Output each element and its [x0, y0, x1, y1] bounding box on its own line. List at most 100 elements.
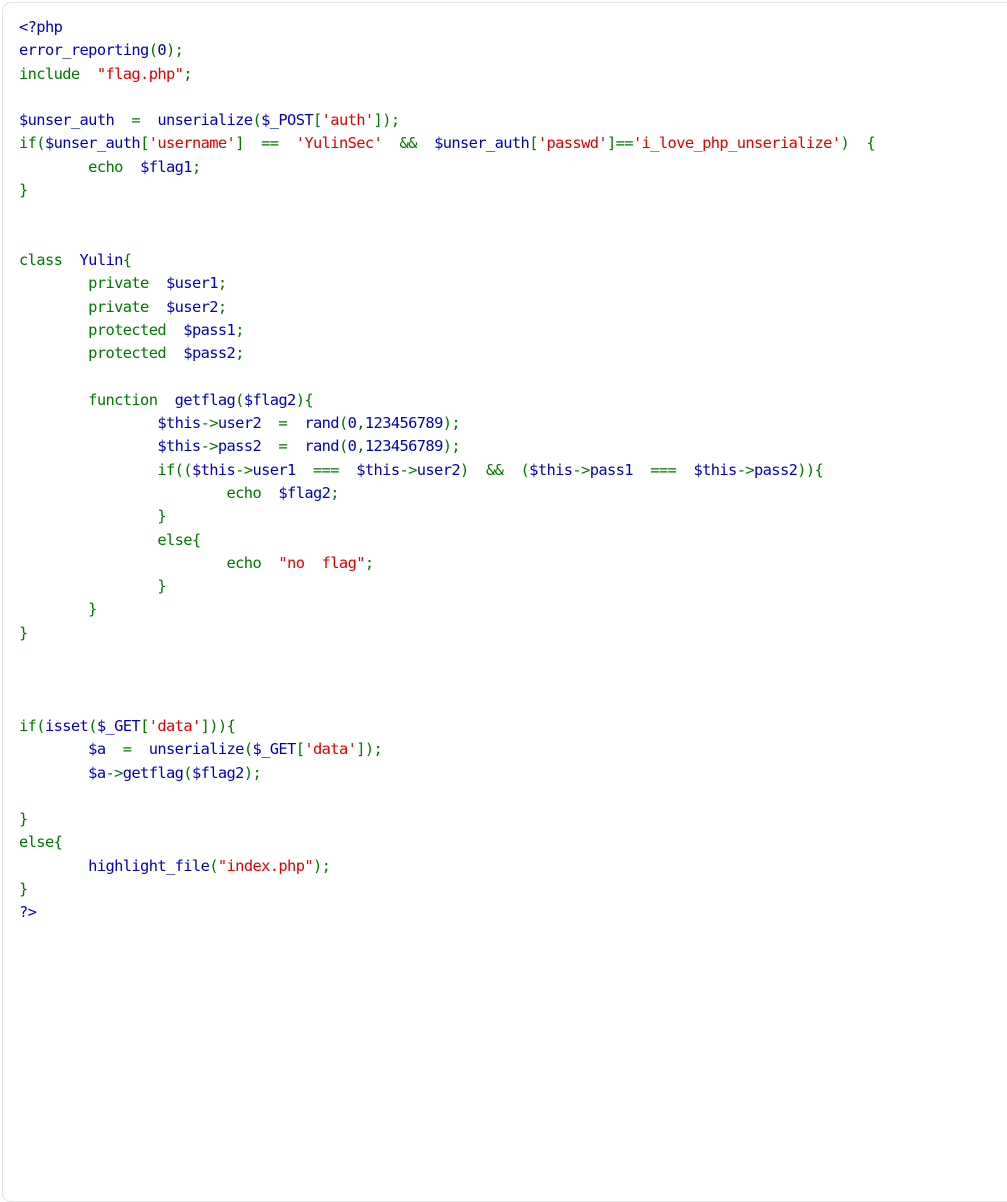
code-token: (	[36, 134, 45, 153]
code-line: if(isset($_GET['data'])){	[19, 715, 1007, 738]
code-token: $_GET	[96, 716, 141, 735]
code-token: getflag	[174, 390, 236, 409]
code-token: echo	[226, 553, 262, 572]
code-token: pass2	[217, 437, 262, 456]
code-token: include	[19, 64, 80, 83]
code-token: ) {	[840, 134, 876, 153]
php-source-listing[interactable]: <?php error_reporting(0); include "flag.ph…	[19, 16, 1007, 925]
code-line: }	[19, 808, 1007, 831]
code-token: "no flag"	[278, 553, 365, 572]
code-token: [	[313, 111, 322, 130]
code-line: private $user2;	[19, 296, 1007, 319]
code-token: &&	[382, 134, 435, 153]
code-token: "flag.php"	[96, 64, 184, 83]
code-token: protected	[88, 320, 166, 339]
code-token: if	[157, 460, 175, 479]
code-line: function getflag($flag2){	[19, 389, 1007, 412]
code-line: echo $flag2;	[19, 482, 1007, 505]
code-token: if	[19, 716, 37, 735]
code-token: ->	[105, 763, 123, 782]
code-token: <?php	[19, 18, 63, 36]
code-line: highlight_file("index.php");	[19, 855, 1007, 878]
code-line: protected $pass2;	[19, 342, 1007, 365]
code-line: error_reporting(0);	[19, 39, 1007, 62]
code-token: error_reporting	[19, 41, 149, 60]
code-line: ​	[19, 86, 1007, 109]
code-token: }	[157, 507, 166, 526]
code-token: =	[261, 414, 305, 433]
code-token: ;	[191, 157, 201, 176]
code-token: 'data'	[304, 740, 357, 759]
code-line: if(($this->user1 === $this->user2) && ($…	[19, 459, 1007, 482]
code-token: 'YulinSec'	[295, 134, 383, 153]
code-token: pass1	[589, 460, 634, 479]
code-token: $unser_auth	[434, 134, 530, 153]
code-line: $this->user2 = rand(0,123456789);	[19, 412, 1007, 435]
code-line: }	[19, 598, 1007, 621]
code-line: ​	[19, 692, 1007, 715]
code-token: $user1	[166, 274, 219, 293]
code-line: class Yulin{	[19, 249, 1007, 272]
code-line: }	[19, 878, 1007, 901]
code-line: $a->getflag($flag2);	[19, 762, 1007, 785]
code-token: 123456789	[364, 437, 443, 456]
code-token: ]==	[607, 134, 634, 153]
code-token: $pass1	[183, 320, 236, 339]
code-token: $user2	[166, 297, 219, 316]
code-line: echo $flag1;	[19, 156, 1007, 179]
code-token: (	[209, 856, 218, 875]
code-line: include "flag.php";	[19, 63, 1007, 86]
code-token: getflag	[122, 763, 184, 782]
code-token: ;	[217, 274, 227, 293]
code-token: }	[19, 623, 28, 642]
code-token: );	[442, 414, 461, 433]
code-token: ] ==	[235, 134, 296, 153]
code-line: $this->pass2 = rand(0,123456789);	[19, 435, 1007, 458]
code-token: (	[252, 111, 262, 130]
code-token: $unser_auth	[44, 134, 141, 153]
code-token: user2	[416, 460, 461, 479]
code-token: rand	[304, 437, 339, 456]
code-token: ===	[295, 460, 357, 479]
code-line: else{	[19, 831, 1007, 854]
code-token: )){	[797, 460, 824, 479]
code-token: rand	[304, 414, 339, 433]
code-token: $_POST	[261, 111, 314, 130]
code-token: $this	[157, 437, 201, 456]
code-token: $this	[693, 460, 737, 479]
code-token: ;	[183, 64, 192, 83]
code-token: $_GET	[252, 740, 296, 759]
code-token: $pass2	[183, 344, 236, 363]
code-token: ->	[200, 437, 219, 456]
code-line: $a = unserialize($_GET['data']);	[19, 738, 1007, 761]
code-token: $flag2	[191, 763, 245, 782]
code-line: ​	[19, 365, 1007, 388]
code-token: [	[529, 134, 538, 153]
code-token: $a	[88, 763, 106, 782]
code-token: ===	[632, 460, 694, 479]
code-token: 0	[157, 41, 167, 60]
code-token: 'i_love_php_unserialize'	[632, 134, 841, 153]
code-token: [	[140, 134, 149, 153]
code-line: ​	[19, 668, 1007, 691]
code-token: );	[243, 763, 262, 782]
code-token: pass2	[754, 460, 798, 479]
code-token: $a	[88, 740, 106, 759]
code-token: ,	[356, 437, 365, 456]
code-line: }	[19, 505, 1007, 528]
code-token: private	[88, 297, 149, 316]
code-token: (	[235, 390, 244, 409]
code-token: echo	[226, 483, 262, 502]
